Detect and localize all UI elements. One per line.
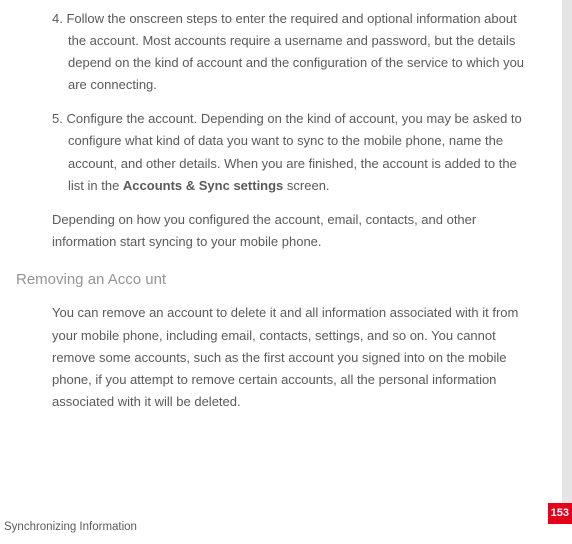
step-4: 4. Follow the onscreen steps to enter th… [16,8,536,96]
section-heading-text: Removing an Acco unt [16,271,166,288]
page-number-badge: 153 [548,503,572,524]
removing-text: You can remove an account to delete it a… [52,305,518,408]
follow-paragraph: Depending on how you configured the acco… [16,209,536,253]
step-number: 4. [52,11,66,26]
page-side-tab [562,0,572,512]
bold-term: Accounts & Sync settings [123,178,283,193]
page-content: 4. Follow the onscreen steps to enter th… [0,0,572,433]
footer-text: Synchronizing Information [4,521,137,533]
step-text: Follow the onscreen steps to enter the r… [66,11,524,92]
footer: Synchronizing Information [4,518,137,538]
step-text-after: screen. [283,178,329,193]
step-5: 5. Configure the account. Depending on t… [16,108,536,196]
removing-paragraph: You can remove an account to delete it a… [16,302,536,412]
follow-text: Depending on how you configured the acco… [52,212,476,249]
section-heading-removing: Removing an Acco unt [16,267,536,293]
step-number: 5. [52,111,66,126]
page-number-text: 153 [551,507,569,519]
